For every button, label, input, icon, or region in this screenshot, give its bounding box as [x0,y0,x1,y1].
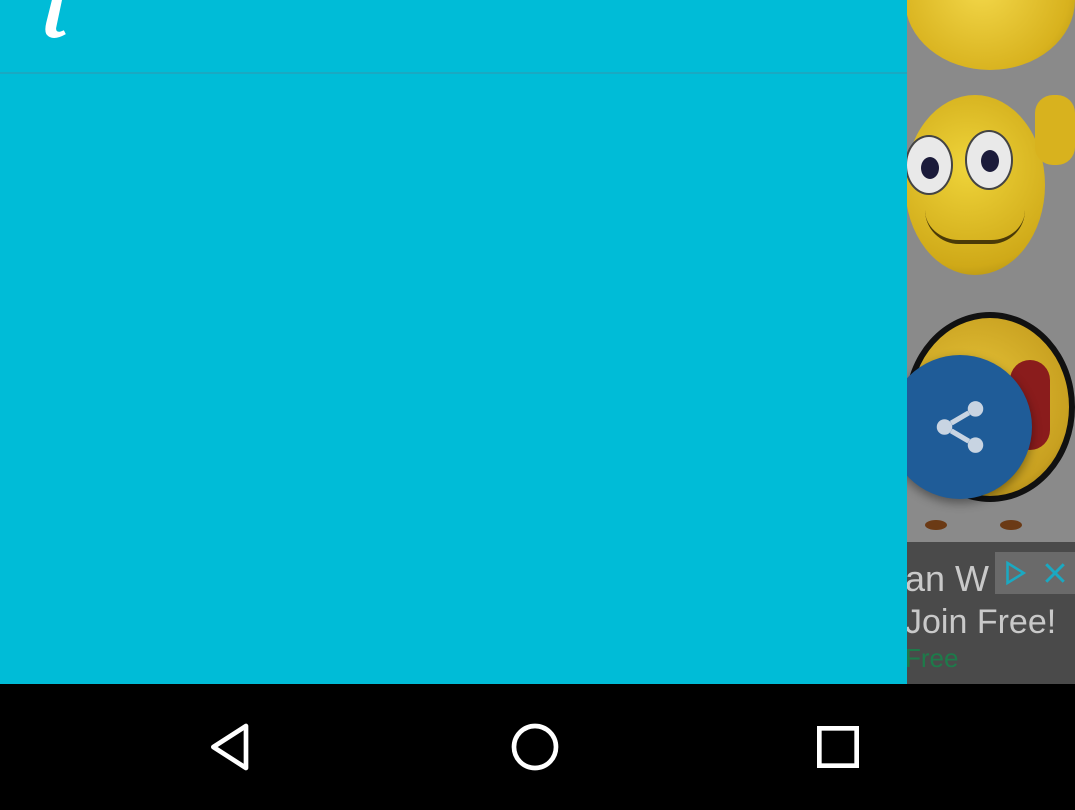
emoji-foot-right [1000,520,1022,530]
system-navigation-bar [0,684,1075,810]
drawer-item-label: About us [138,0,276,8]
emoji-image-top[interactable] [905,0,1075,70]
drawer-item-about-us[interactable]: About us [0,0,907,70]
back-button[interactable] [187,702,277,792]
emoji-eye-left [905,135,953,195]
info-icon [45,0,66,39]
ad-text-line3: Free [905,643,959,673]
share-icon [936,401,984,453]
back-icon [211,723,249,771]
adchoices-icon [1006,560,1027,586]
ad-text-line1: an W [905,558,990,599]
share-fab-button[interactable] [888,355,1032,499]
close-icon [1045,563,1065,583]
ad-text-line2: Join Free! [905,603,1057,641]
emoji-eye-right [965,130,1013,190]
home-icon [511,723,559,771]
recents-button[interactable] [793,702,883,792]
home-button[interactable] [490,702,580,792]
navigation-drawer: About us [0,0,907,684]
adchoices-button[interactable] [995,552,1035,594]
emoji-foot-left [925,520,947,530]
ad-close-button[interactable] [1035,552,1075,594]
recents-icon [817,726,859,768]
drawer-divider [0,72,907,74]
ad-choices [995,552,1075,594]
emoji-peace-hand [1035,95,1075,165]
